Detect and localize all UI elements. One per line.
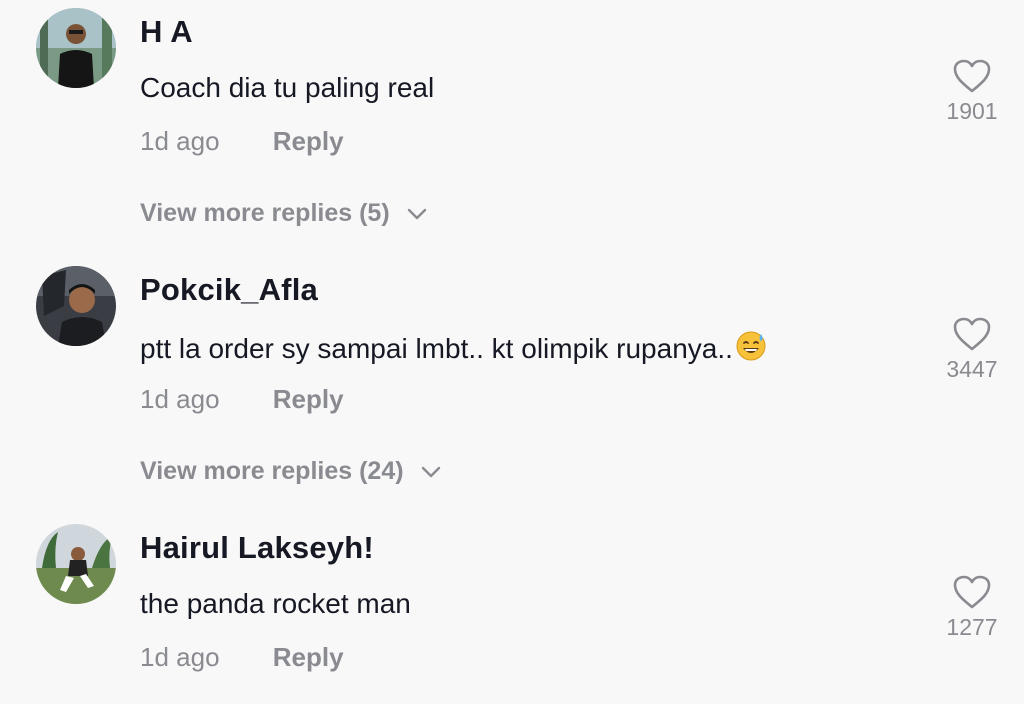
view-more-label: View more replies (5) [140,199,390,227]
like-button[interactable]: 1901 [932,58,1012,125]
comment-meta: 1d ago Reply [140,642,344,673]
like-count: 1901 [946,98,998,124]
comment-time: 1d ago [140,384,220,414]
avatar-icon [36,8,116,88]
view-more-replies-button[interactable]: View more replies (24) [140,457,441,486]
heart-icon [953,575,991,609]
comment-time: 1d ago [140,126,220,156]
view-more-label: View more replies (24) [140,457,404,485]
user-avatar[interactable] [36,524,116,604]
like-button[interactable]: 1277 [932,574,1012,641]
comment-text-body: ptt la order sy sampai lmbt.. kt olimpik… [140,333,733,364]
avatar-icon [36,524,116,604]
like-count: 1277 [946,614,998,640]
like-count: 3447 [946,356,998,382]
comment-username[interactable]: H A [140,14,193,50]
comment-text-body: Coach dia tu paling real [140,72,435,103]
comment-text-body: the panda rocket man [140,588,411,619]
comment-text: ptt la order sy sampai lmbt.. kt olimpik… [140,330,767,369]
reply-button[interactable]: Reply [273,126,344,157]
reply-button[interactable]: Reply [273,384,344,415]
heart-icon [953,59,991,93]
reply-button[interactable]: Reply [273,642,344,673]
chevron-down-icon [421,466,440,478]
comment-meta: 1d ago Reply [140,384,344,415]
avatar-icon [36,266,116,346]
chevron-down-icon [407,208,426,220]
user-avatar[interactable] [36,8,116,88]
heart-icon [953,317,991,351]
user-avatar[interactable] [36,266,116,346]
view-more-replies-button[interactable]: View more replies (5) [140,199,427,228]
comment-text: the panda rocket man [140,588,411,620]
sweat-smile-emoji-icon [735,330,767,369]
comment-text: Coach dia tu paling real [140,72,434,104]
comment-meta: 1d ago Reply [140,126,344,157]
comment-time: 1d ago [140,642,220,672]
comment-username[interactable]: Hairul Lakseyh! [140,530,374,566]
comment-username[interactable]: Pokcik_Afla [140,272,318,308]
like-button[interactable]: 3447 [932,316,1012,383]
